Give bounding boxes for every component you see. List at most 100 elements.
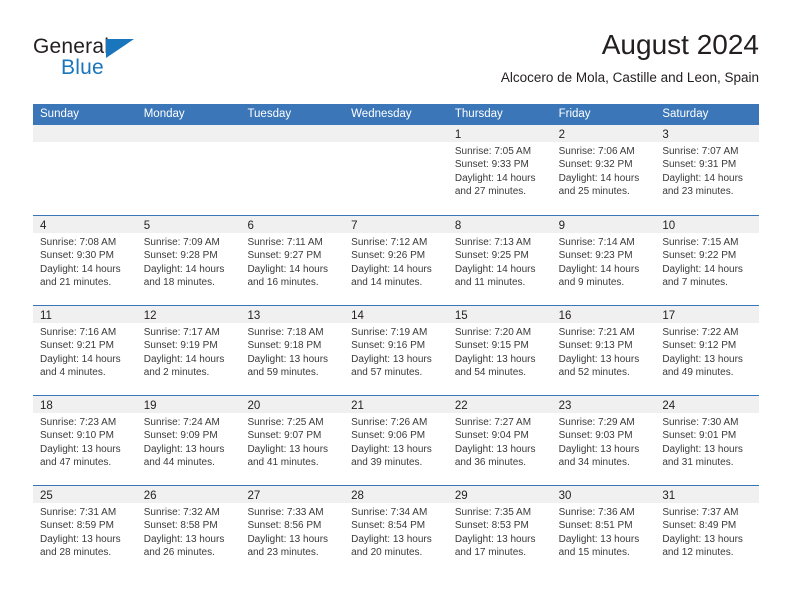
day-details: Sunrise: 7:31 AM Sunset: 8:59 PM Daylight:… (33, 503, 137, 560)
calendar-day-cell[interactable]: 10 Sunrise: 7:15 AM Sunset: 9:22 PM Dayligh… (655, 216, 760, 305)
day-details: Sunrise: 7:32 AM Sunset: 8:58 PM Daylight:… (137, 503, 241, 560)
day-number: 18 (40, 400, 53, 412)
calendar-day-cell[interactable]: 1 Sunrise: 7:05 AM Sunset: 9:33 PM Daylight… (447, 125, 552, 215)
calendar-day-cell[interactable]: 7 Sunrise: 7:12 AM Sunset: 9:26 PM Daylight… (344, 216, 448, 305)
calendar-day-cell[interactable]: 17 Sunrise: 7:22 AM Sunset: 9:12 PM Dayligh… (655, 306, 760, 395)
day-number: 25 (40, 490, 53, 502)
calendar-day-cell[interactable]: 18 Sunrise: 7:23 AM Sunset: 9:10 PM Dayligh… (33, 396, 137, 485)
calendar-day-cell-empty (136, 125, 241, 215)
calendar-day-cell[interactable]: 8 Sunrise: 7:13 AM Sunset: 9:25 PM Daylight… (447, 216, 552, 305)
calendar-day-cell[interactable]: 9 Sunrise: 7:14 AM Sunset: 9:23 PM Daylight… (551, 216, 656, 305)
calendar-day-cell[interactable]: 2 Sunrise: 7:06 AM Sunset: 9:32 PM Daylight… (551, 125, 656, 215)
calendar-day-cell[interactable]: 14 Sunrise: 7:19 AM Sunset: 9:16 PM Dayligh… (344, 306, 448, 395)
day-number-band: 12 (136, 306, 241, 323)
day-detail-line: Daylight: 13 hours (40, 533, 121, 545)
day-detail-line: Sunrise: 7:11 AM (247, 237, 323, 248)
calendar-day-cell[interactable]: 3 Sunrise: 7:07 AM Sunset: 9:31 PM Daylight… (655, 125, 760, 215)
calendar-day-cell[interactable]: 12 Sunrise: 7:17 AM Sunset: 9:19 PM Dayligh… (136, 306, 241, 395)
day-detail-line: Daylight: 14 hours (40, 263, 121, 275)
day-number: 3 (662, 129, 669, 141)
day-detail-line: and 18 minutes. (143, 277, 215, 289)
day-details: Sunrise: 7:33 AM Sunset: 8:56 PM Daylight:… (240, 503, 344, 560)
day-details: Sunrise: 7:11 AM Sunset: 9:27 PM Daylight:… (240, 233, 344, 290)
day-detail-line: Sunset: 8:58 PM (143, 520, 218, 532)
day-detail-line: and 39 minutes. (351, 457, 423, 469)
day-detail-line: Daylight: 14 hours (558, 172, 640, 184)
day-number: 31 (662, 490, 676, 502)
day-details: Sunrise: 7:26 AM Sunset: 9:06 PM Daylight:… (344, 413, 448, 470)
day-number: 16 (558, 310, 572, 322)
day-number-band: 17 (655, 306, 760, 323)
calendar-day-cell[interactable]: 26 Sunrise: 7:32 AM Sunset: 8:58 PM Dayligh… (136, 486, 241, 575)
calendar-day-cell[interactable]: 4 Sunrise: 7:08 AM Sunset: 9:30 PM Daylight… (33, 216, 137, 305)
calendar-day-cell[interactable]: 24 Sunrise: 7:30 AM Sunset: 9:01 PM Dayligh… (655, 396, 760, 485)
day-number: 4 (40, 220, 47, 232)
day-detail-line: Sunrise: 7:35 AM (454, 507, 532, 518)
day-detail-line: Sunrise: 7:21 AM (558, 327, 635, 338)
calendar-day-cell[interactable]: 5 Sunrise: 7:09 AM Sunset: 9:28 PM Daylight… (136, 216, 241, 305)
calendar-day-cell[interactable]: 19 Sunrise: 7:24 AM Sunset: 9:09 PM Dayligh… (136, 396, 241, 485)
day-detail-line: Daylight: 14 hours (454, 263, 536, 275)
day-detail-line: Sunset: 9:18 PM (247, 340, 322, 352)
day-detail-line: Sunset: 9:04 PM (454, 430, 529, 442)
day-number: 19 (143, 400, 157, 412)
day-detail-line: Sunrise: 7:34 AM (351, 507, 428, 518)
day-detail-line: Sunset: 9:15 PM (454, 340, 529, 352)
day-detail-line: Daylight: 13 hours (351, 353, 432, 365)
calendar-day-cell[interactable]: 25 Sunrise: 7:31 AM Sunset: 8:59 PM Dayligh… (33, 486, 137, 575)
day-detail-line: Sunset: 9:03 PM (558, 430, 633, 442)
day-number: 10 (662, 220, 676, 232)
calendar-day-cell[interactable]: 15 Sunrise: 7:20 AM Sunset: 9:15 PM Dayligh… (447, 306, 552, 395)
day-details: Sunrise: 7:15 AM Sunset: 9:22 PM Daylight:… (655, 233, 759, 290)
day-detail-line: and 21 minutes. (40, 277, 112, 289)
day-details: Sunrise: 7:07 AM Sunset: 9:31 PM Daylight:… (655, 142, 759, 199)
calendar-day-cell[interactable]: 21 Sunrise: 7:26 AM Sunset: 9:06 PM Dayligh… (344, 396, 448, 485)
day-detail-line: Sunrise: 7:37 AM (662, 507, 739, 518)
calendar-day-cell[interactable]: 22 Sunrise: 7:27 AM Sunset: 9:04 PM Dayligh… (447, 396, 552, 485)
day-detail-line: and 59 minutes. (247, 367, 319, 379)
day-detail-line: Sunrise: 7:32 AM (143, 507, 220, 518)
calendar-day-cell[interactable]: 31 Sunrise: 7:37 AM Sunset: 8:49 PM Dayligh… (655, 486, 760, 575)
day-detail-line: and 26 minutes. (143, 547, 215, 559)
day-number-band: 11 (33, 306, 137, 323)
day-detail-line: Sunset: 9:25 PM (454, 250, 529, 262)
day-number: 6 (247, 220, 254, 232)
day-detail-line: Sunrise: 7:08 AM (40, 237, 117, 248)
calendar-day-cell[interactable]: 13 Sunrise: 7:18 AM Sunset: 9:18 PM Dayligh… (240, 306, 345, 395)
day-number: 22 (454, 400, 468, 412)
calendar-day-cell[interactable]: 16 Sunrise: 7:21 AM Sunset: 9:13 PM Dayligh… (551, 306, 656, 395)
calendar-day-cell[interactable]: 27 Sunrise: 7:33 AM Sunset: 8:56 PM Dayligh… (240, 486, 345, 575)
day-detail-line: Sunrise: 7:22 AM (662, 327, 739, 338)
day-detail-line: and 23 minutes. (247, 547, 319, 559)
day-detail-line: Sunrise: 7:09 AM (143, 237, 220, 248)
day-detail-line: Sunset: 8:54 PM (351, 520, 426, 532)
calendar-day-cell[interactable]: 28 Sunrise: 7:34 AM Sunset: 8:54 PM Dayligh… (344, 486, 448, 575)
day-details: Sunrise: 7:22 AM Sunset: 9:12 PM Daylight:… (655, 323, 759, 380)
day-detail-line: Sunset: 8:59 PM (40, 520, 114, 532)
calendar-day-cell[interactable]: 11 Sunrise: 7:16 AM Sunset: 9:21 PM Dayligh… (33, 306, 137, 395)
day-detail-line: Daylight: 13 hours (247, 443, 329, 455)
day-detail-line: Sunset: 9:27 PM (247, 250, 322, 262)
calendar-day-cell[interactable]: 20 Sunrise: 7:25 AM Sunset: 9:07 PM Dayligh… (240, 396, 345, 485)
calendar-day-cell[interactable]: 23 Sunrise: 7:29 AM Sunset: 9:03 PM Dayligh… (551, 396, 656, 485)
day-number: 23 (558, 400, 572, 412)
day-number-band: 9 (551, 216, 656, 233)
day-detail-line: Daylight: 14 hours (143, 353, 225, 365)
day-detail-line: Daylight: 13 hours (247, 353, 329, 365)
calendar-week-row: 25 Sunrise: 7:31 AM Sunset: 8:59 PM Dayligh… (33, 485, 760, 575)
calendar-day-cell[interactable]: 29 Sunrise: 7:35 AM Sunset: 8:53 PM Dayligh… (447, 486, 552, 575)
generalblue-logo[interactable]: General Blue (33, 36, 233, 84)
calendar-week-row: 4 Sunrise: 7:08 AM Sunset: 9:30 PM Daylight… (33, 215, 760, 305)
day-detail-line: and 52 minutes. (558, 367, 630, 379)
weekday-header-wednesday: Wednesday (351, 108, 412, 120)
day-detail-line: Sunset: 9:21 PM (40, 340, 114, 352)
calendar-day-cell[interactable]: 30 Sunrise: 7:36 AM Sunset: 8:51 PM Dayligh… (551, 486, 656, 575)
day-detail-line: Daylight: 13 hours (558, 353, 640, 365)
day-detail-line: Daylight: 13 hours (454, 443, 536, 455)
day-number-band: 5 (136, 216, 241, 233)
day-number-band (344, 125, 448, 142)
day-detail-line: Sunrise: 7:23 AM (40, 417, 117, 428)
calendar-day-cell[interactable]: 6 Sunrise: 7:11 AM Sunset: 9:27 PM Daylight… (240, 216, 345, 305)
day-number: 29 (454, 490, 468, 502)
day-number-band (33, 125, 137, 142)
